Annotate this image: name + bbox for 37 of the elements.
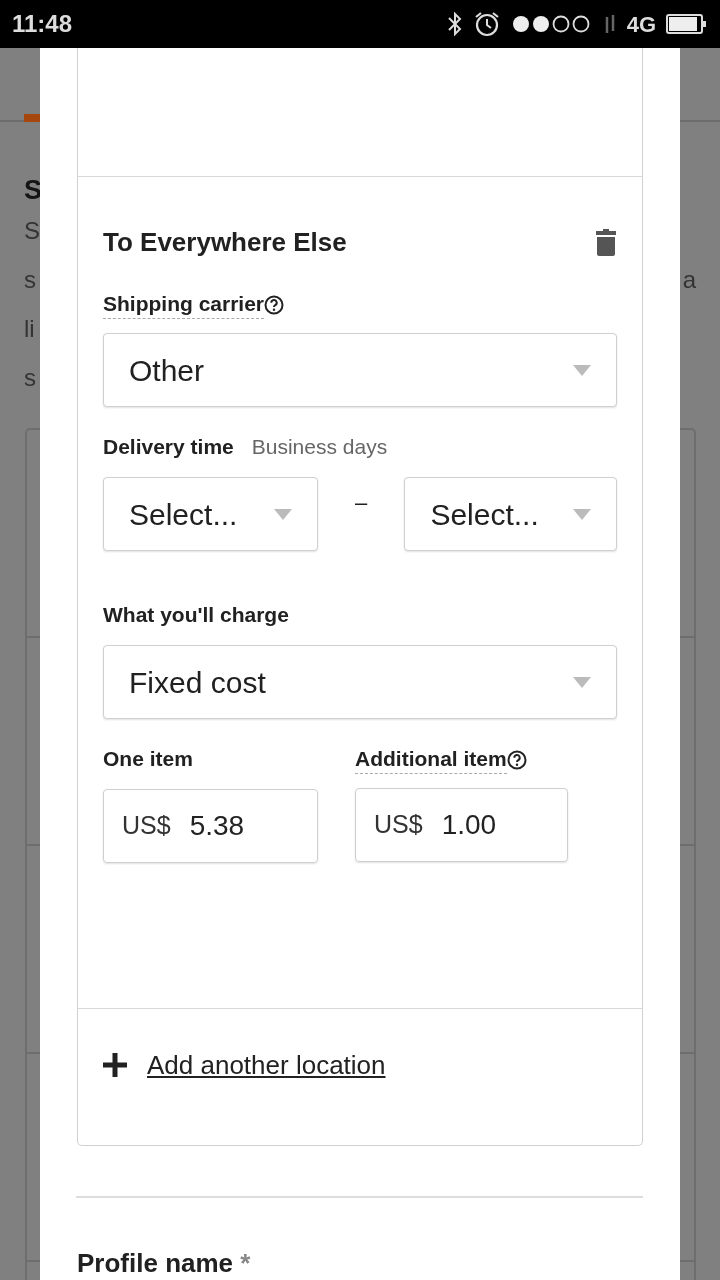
field-label: Shipping carrier <box>103 290 265 319</box>
caret-icon <box>573 508 591 520</box>
paragraph-text: a <box>682 265 696 295</box>
battery-icon <box>666 13 708 35</box>
section-title: To Everywhere Else <box>103 226 347 258</box>
paragraph-text: S <box>24 216 40 246</box>
currency-label: US$ <box>122 810 171 842</box>
caret-icon <box>573 676 591 688</box>
delivery-min-select[interactable]: Select... <box>103 477 318 551</box>
bluetooth-icon <box>446 11 463 37</box>
range-separator: – <box>353 489 369 517</box>
currency-label: US$ <box>374 809 423 841</box>
field-label: One item <box>103 746 193 772</box>
paragraph-text: s <box>24 265 36 295</box>
paragraph-text: s <box>24 363 36 393</box>
carrier-select[interactable]: Other <box>103 333 617 407</box>
heading: S <box>24 174 43 206</box>
profile-name-label: Profile name <box>77 1248 234 1278</box>
trash-icon[interactable] <box>596 228 616 256</box>
hint-text: Business days <box>251 434 388 460</box>
paragraph-text: li <box>24 314 35 344</box>
field-label: Additional item <box>355 745 507 774</box>
help-icon[interactable] <box>506 749 527 770</box>
add-location-link[interactable]: Add another location <box>147 1051 386 1079</box>
charge-select[interactable]: Fixed cost <box>103 645 617 719</box>
required-mark: * <box>240 1248 251 1278</box>
delivery-max-select[interactable]: Select... <box>404 477 617 551</box>
clock: 11:48 <box>12 9 73 39</box>
caret-icon <box>573 364 591 376</box>
field-label: What you'll charge <box>103 602 289 628</box>
network-type: 4G <box>626 10 656 39</box>
plus-icon <box>103 1053 127 1077</box>
help-icon[interactable] <box>264 294 285 315</box>
price-field[interactable]: US$ 5.38 <box>103 789 318 863</box>
price-field[interactable]: US$ 1.00 <box>355 788 568 862</box>
caret-icon <box>273 508 292 520</box>
field-label: Delivery time <box>103 434 234 460</box>
